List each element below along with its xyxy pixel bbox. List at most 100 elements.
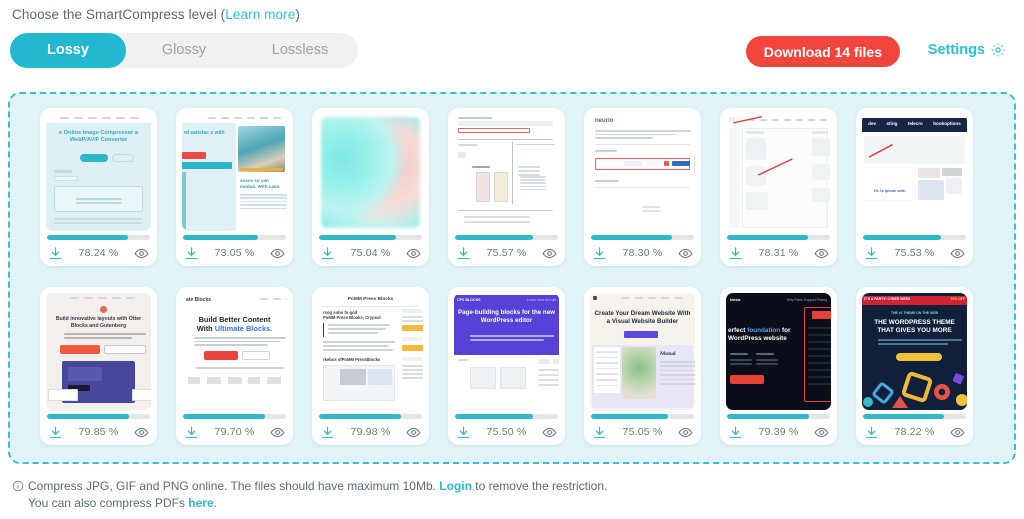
download-icon[interactable] [48,425,63,440]
card-footer: 75.05 % [584,419,701,445]
download-icon[interactable] [320,425,335,440]
file-card[interactable]: rd satisfac s with susce su yan modus. Wi… [176,108,293,266]
eye-icon[interactable] [406,425,421,440]
prompt-text: Choose the SmartCompress level ( [12,7,226,22]
compression-percent: 78.22 % [894,426,935,438]
download-icon[interactable] [456,246,471,261]
footer-note: Compress JPG, GIF and PNG online. The fi… [12,478,607,512]
file-card[interactable]: PoMM Press Blocks rsog soho fo god PoMM Pr… [312,287,429,445]
file-card[interactable]: neurio 78.30 % [584,108,701,266]
footer-line1-b: to remove the restriction. [471,479,608,493]
eye-icon[interactable] [950,246,965,261]
compression-percent: 79.85 % [78,426,119,438]
download-icon[interactable] [728,425,743,440]
file-card[interactable]: dev sting telecro bookoptions Hi. Is Ipsum w… [856,108,973,266]
here-link[interactable]: here [188,496,213,510]
compression-percent: 79.70 % [214,426,255,438]
login-link[interactable]: Login [439,479,472,493]
file-card[interactable]: CPX BLOCKS Learn more Ad Lab Page-building… [448,287,565,445]
file-thumbnail: IT'S A PARTY! CYBER WEEK 70% OFF THE #1 TH… [862,293,967,410]
eye-icon[interactable] [678,246,693,261]
card-footer: 78.24 % [40,240,157,266]
prompt-close-paren: ) [295,7,300,22]
file-thumbnail: PoMM Press Blocks rsog soho fo god PoMM Pr… [318,293,423,410]
file-card-grid: e Online Image Compressor a WebP/AVIF Co… [40,108,990,445]
download-icon[interactable] [456,425,471,440]
card-footer: 78.31 % [720,240,837,266]
download-icon[interactable] [592,425,607,440]
compression-level-tabs[interactable]: Lossy Glossy Lossless [10,33,358,68]
card-footer: 79.70 % [176,419,293,445]
compression-percent: 73.05 % [214,247,255,259]
gear-icon [991,43,1005,57]
download-icon[interactable] [728,246,743,261]
card-footer: 75.57 % [448,240,565,266]
download-icon[interactable] [184,246,199,261]
file-thumbnail: neurio [590,114,695,231]
compression-percent: 79.39 % [758,426,799,438]
eye-icon[interactable] [134,425,149,440]
eye-icon[interactable] [270,246,285,261]
smartcompress-prompt: Choose the SmartCompress level (Learn mo… [12,7,300,22]
file-card[interactable]: 75.57 % [448,108,565,266]
footer-line2-b: . [213,496,217,510]
file-thumbnail: kinsta Why Plans Support Pricing erfect fo… [726,293,831,410]
compression-percent: 78.31 % [758,247,799,259]
eye-icon[interactable] [814,246,829,261]
eye-icon[interactable] [134,246,149,261]
card-footer: 75.53 % [856,240,973,266]
compressor-page: Choose the SmartCompress level (Learn mo… [0,0,1024,519]
download-icon[interactable] [184,425,199,440]
compression-percent: 75.57 % [486,247,527,259]
file-thumbnail: rd satisfac s with susce su yan modus. Wi… [182,114,287,231]
file-card[interactable]: kinsta Why Plans Support Pricing erfect fo… [720,287,837,445]
eye-icon[interactable] [814,425,829,440]
eye-icon[interactable] [270,425,285,440]
file-card[interactable]: Create Your Dream Website With a Visual … [584,287,701,445]
settings-label: Settings [927,42,985,58]
eye-icon[interactable] [678,425,693,440]
footer-line2-a: You can also compress PDFs [28,496,189,510]
download-files-button[interactable]: Download 14 files [745,36,900,67]
tab-glossy[interactable]: Glossy [126,33,242,68]
file-card[interactable]: IT'S A PARTY! CYBER WEEK 70% OFF THE #1 TH… [856,287,973,445]
compression-percent: 78.24 % [78,247,119,259]
card-footer: 75.04 % [312,240,429,266]
file-thumbnail [454,114,559,231]
file-card[interactable]: Build innovative layouts with Otter Bloc… [40,287,157,445]
tab-lossy[interactable]: Lossy [10,33,126,68]
file-card[interactable]: e Online Image Compressor a WebP/AVIF Co… [40,108,157,266]
compression-percent: 75.53 % [894,247,935,259]
card-footer: 79.85 % [40,419,157,445]
file-thumbnail: CPX BLOCKS Learn more Ad Lab Page-building… [454,293,559,410]
file-card[interactable]: 78.31 % [720,108,837,266]
compression-percent: 75.50 % [486,426,527,438]
tab-lossless[interactable]: Lossless [242,33,358,68]
card-footer: 78.22 % [856,419,973,445]
learn-more-link[interactable]: Learn more [225,7,295,22]
eye-icon[interactable] [950,425,965,440]
download-icon[interactable] [320,246,335,261]
download-icon[interactable] [864,425,879,440]
card-footer: 78.30 % [584,240,701,266]
download-icon[interactable] [864,246,879,261]
file-card[interactable]: ate Blocks Build Better Content With Ultim… [176,287,293,445]
file-thumbnail: dev sting telecro bookoptions Hi. Is Ipsum w… [862,114,967,231]
file-card[interactable]: 75.04 % [312,108,429,266]
eye-icon[interactable] [406,246,421,261]
file-thumbnail [726,114,831,231]
footer-line2: You can also compress PDFs here. [12,495,607,512]
eye-icon[interactable] [542,246,557,261]
settings-button[interactable]: Settings [928,42,1006,58]
compression-percent: 75.04 % [350,247,391,259]
file-thumbnail: ate Blocks Build Better Content With Ultim… [182,293,287,410]
footer-line1-a: Compress JPG, GIF and PNG online. The fi… [28,479,440,493]
card-footer: 73.05 % [176,240,293,266]
compression-percent: 75.05 % [622,426,663,438]
upload-dropzone[interactable]: e Online Image Compressor a WebP/AVIF Co… [8,92,1016,464]
compression-percent: 79.98 % [350,426,391,438]
download-icon[interactable] [48,246,63,261]
eye-icon[interactable] [542,425,557,440]
file-thumbnail: e Online Image Compressor a WebP/AVIF Co… [46,114,151,231]
download-icon[interactable] [592,246,607,261]
